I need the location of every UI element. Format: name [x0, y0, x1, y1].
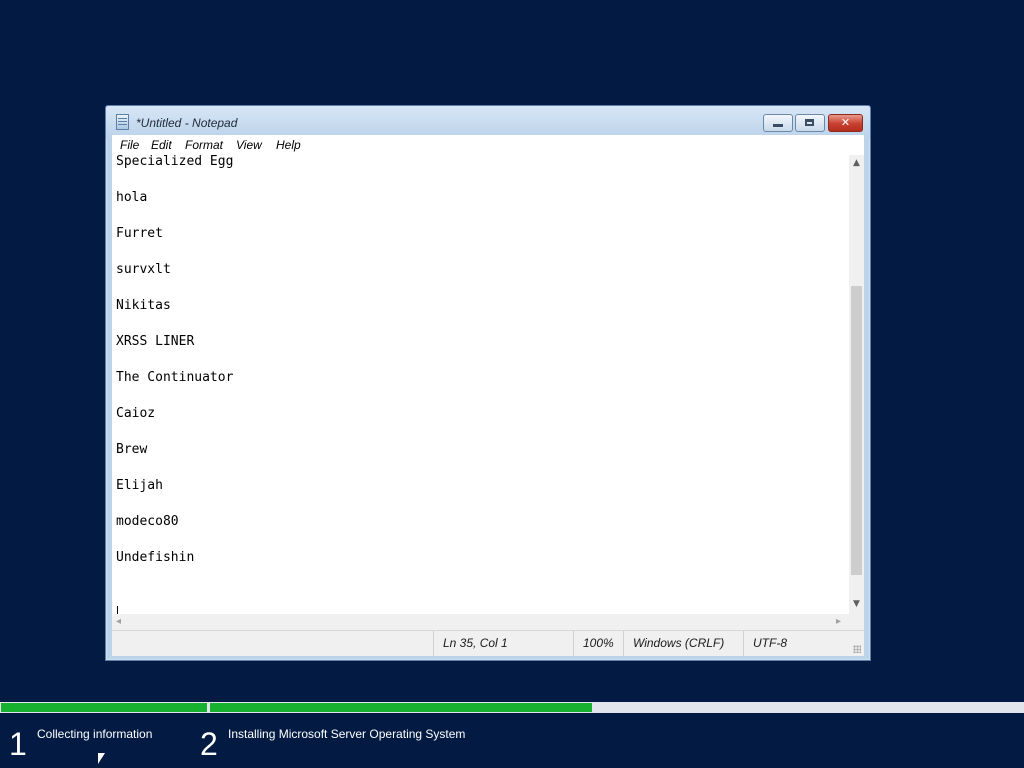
editor-line: Specialized Egg [116, 155, 234, 169]
editor-line: Nikitas [116, 298, 171, 313]
status-line-endings: Windows (CRLF) [623, 631, 743, 656]
menu-view[interactable]: View [236, 138, 262, 152]
minimize-button[interactable] [763, 114, 793, 132]
notepad-icon[interactable] [116, 114, 129, 130]
horizontal-scrollbar[interactable]: ◂ ▸ [112, 614, 849, 630]
editor-line: XRSS LINER [116, 334, 195, 349]
editor-line: Caioz [116, 406, 156, 421]
editor-line: hola [116, 190, 148, 205]
text-caret [117, 606, 118, 614]
mouse-pointer-icon [98, 753, 105, 764]
close-button[interactable]: ✕ [828, 114, 863, 132]
vertical-scroll-thumb[interactable] [851, 286, 862, 575]
close-icon: ✕ [840, 116, 851, 129]
step1-progress-fill [1, 703, 207, 712]
step1-label: Collecting information [37, 727, 153, 741]
notepad-window: *Untitled - Notepad ✕ File Edit Format V… [105, 105, 871, 661]
editor-line: Brew [116, 442, 148, 457]
menu-file[interactable]: File [120, 138, 139, 152]
chevron-right-icon[interactable]: ▸ [836, 614, 841, 630]
chevron-up-icon[interactable]: ▲ [849, 155, 864, 171]
editor-line: Elijah [116, 478, 163, 493]
editor-line: Furret [116, 226, 163, 241]
chevron-left-icon[interactable]: ◂ [116, 614, 121, 630]
step1-progress [0, 702, 208, 713]
window-title: *Untitled - Notepad [136, 116, 238, 130]
chevron-down-icon[interactable]: ▼ [849, 596, 864, 612]
status-bar: Ln 35, Col 1 100% Windows (CRLF) UTF-8 [112, 630, 864, 656]
menu-format[interactable]: Format [185, 138, 223, 152]
step2-progress [209, 702, 1024, 713]
editor-lines: Specialized Egg hola Furret survxlt Niki… [116, 155, 233, 585]
editor-line: The Continuator [116, 370, 234, 385]
status-cursor-position: Ln 35, Col 1 [433, 631, 573, 656]
step2-number: 2 [200, 726, 218, 762]
scrollbar-corner [849, 614, 864, 630]
editor-line: survxlt [116, 262, 171, 277]
menu-edit[interactable]: Edit [151, 138, 172, 152]
resize-grip-icon[interactable] [853, 645, 861, 653]
status-encoding: UTF-8 [743, 631, 864, 656]
maximize-icon [805, 119, 814, 126]
minimize-icon [773, 124, 783, 127]
setup-progress-bar [0, 702, 1024, 713]
menu-bar: File Edit Format View Help [112, 135, 864, 155]
menu-help[interactable]: Help [276, 138, 301, 152]
step2-label: Installing Microsoft Server Operating Sy… [228, 727, 466, 741]
editor-line: Undefishin [116, 550, 195, 565]
step1-number: 1 [9, 726, 27, 762]
text-editor[interactable]: Specialized Egg hola Furret survxlt Niki… [112, 155, 846, 614]
title-bar[interactable]: *Untitled - Notepad ✕ [106, 106, 870, 138]
editor-line: modeco80 [116, 514, 179, 529]
notepad-client-area: File Edit Format View Help Specialized E… [112, 135, 864, 656]
vertical-scrollbar[interactable]: ▲ ▼ [849, 155, 864, 614]
maximize-button[interactable] [795, 114, 825, 132]
step2-progress-fill [210, 703, 592, 712]
status-zoom: 100% [573, 631, 623, 656]
